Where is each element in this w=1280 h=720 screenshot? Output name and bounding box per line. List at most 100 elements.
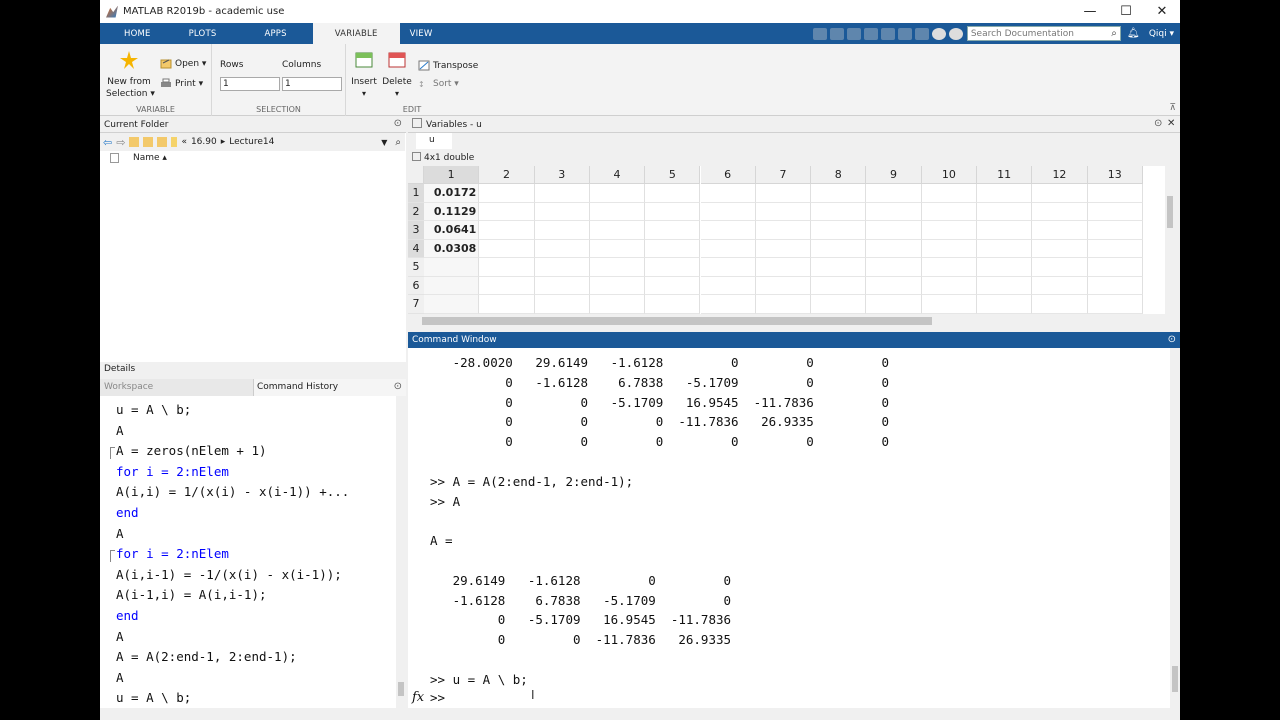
grid-cell[interactable] — [534, 184, 590, 203]
grid-cell[interactable] — [866, 276, 922, 295]
grid-cell[interactable] — [977, 221, 1033, 240]
grid-cell[interactable] — [1032, 295, 1088, 314]
grid-cell[interactable] — [977, 295, 1033, 314]
new-from-selection-button[interactable]: New from Selection ▾ — [106, 50, 155, 100]
function-browser-fx-icon[interactable]: fx — [412, 688, 424, 708]
history-entry[interactable]: A(i-1,i) = A(i,i-1); — [116, 587, 267, 602]
search-dropdown-icon[interactable] — [948, 27, 963, 40]
grid-cell[interactable] — [589, 239, 646, 258]
grid-cell[interactable] — [479, 276, 535, 295]
grid-cell[interactable] — [977, 239, 1033, 258]
grid-cell[interactable] — [479, 202, 535, 221]
column-header[interactable]: 8 — [811, 166, 867, 184]
grid-cell[interactable] — [424, 258, 480, 277]
back-icon[interactable]: ⇦ — [103, 136, 112, 149]
grid-cell[interactable] — [534, 258, 590, 277]
grid-cell[interactable] — [645, 295, 701, 314]
history-entry[interactable]: A — [116, 629, 124, 644]
collapse-toolstrip-icon[interactable]: ⊼ — [1169, 103, 1176, 113]
grid-cell[interactable] — [1087, 239, 1143, 258]
grid-cell[interactable] — [811, 221, 867, 240]
grid-cell[interactable] — [1032, 258, 1088, 277]
history-entry[interactable]: A — [116, 423, 124, 438]
grid-cell[interactable] — [534, 202, 590, 221]
grid-cell[interactable] — [700, 239, 756, 258]
variables-close-icon[interactable]: ✕ — [1167, 118, 1175, 129]
grid-cell[interactable] — [479, 221, 535, 240]
path-prefix[interactable]: « — [181, 137, 187, 147]
grid-cell[interactable]: 0.0172 — [424, 184, 480, 203]
grid-cell[interactable] — [755, 295, 812, 314]
grid-cell[interactable] — [921, 184, 977, 203]
grid-cell[interactable] — [589, 202, 646, 221]
history-scrollbar[interactable] — [396, 396, 406, 708]
name-column-header[interactable]: Name ▴ — [133, 153, 167, 163]
grid-scrollbar-vertical[interactable] — [1165, 184, 1175, 314]
grid-cell[interactable] — [645, 258, 701, 277]
column-header[interactable]: 12 — [1032, 166, 1088, 184]
grid-cell[interactable] — [700, 295, 756, 314]
grid-cell[interactable] — [700, 258, 756, 277]
grid-cell[interactable] — [479, 239, 535, 258]
insert-button[interactable]: Insert ▾ — [350, 50, 378, 100]
grid-cell[interactable] — [866, 184, 922, 203]
grid-cell[interactable] — [479, 295, 535, 314]
grid-cell[interactable] — [534, 221, 590, 240]
tab-command-history[interactable]: Command History — [257, 382, 338, 392]
grid-cell[interactable]: 0.0641 — [424, 221, 480, 240]
grid-cell[interactable] — [700, 184, 756, 203]
grid-cell[interactable] — [645, 202, 701, 221]
grid-cell[interactable] — [589, 276, 646, 295]
row-header[interactable]: 7 — [408, 295, 424, 314]
grid-cell[interactable] — [1087, 276, 1143, 295]
print-button[interactable]: Print ▾ — [160, 78, 203, 89]
grid-cell[interactable] — [977, 258, 1033, 277]
column-header[interactable]: 11 — [977, 166, 1033, 184]
notification-bell-icon[interactable]: 🔔︎ — [1127, 28, 1140, 40]
tab-home[interactable]: HOME — [100, 23, 167, 44]
grid-cell[interactable] — [921, 202, 977, 221]
sort-button[interactable]: ↕ Sort ▾ — [418, 78, 459, 90]
grid-cell[interactable] — [534, 239, 590, 258]
grid-cell[interactable] — [866, 239, 922, 258]
grid-cell[interactable] — [1032, 184, 1088, 203]
rows-input[interactable]: 1 — [220, 77, 280, 91]
column-header[interactable]: 9 — [866, 166, 922, 184]
delete-button[interactable]: Delete ▾ — [382, 50, 412, 100]
column-header[interactable]: 4 — [589, 166, 646, 184]
history-entry[interactable]: A — [116, 526, 124, 541]
path-segment-1[interactable]: 16.90 — [191, 137, 217, 147]
command-window-scrollbar[interactable] — [1170, 348, 1180, 708]
column-header[interactable]: 2 — [479, 166, 535, 184]
grid-cell[interactable] — [866, 295, 922, 314]
transpose-button[interactable]: Transpose — [418, 60, 478, 71]
command-prompt[interactable]: >> — [430, 688, 445, 708]
grid-cell[interactable] — [755, 258, 812, 277]
minimize-button[interactable]: — — [1072, 0, 1108, 23]
command-window[interactable]: -28.0020 29.6149 -1.6128 0 0 0 0 -1.6128… — [408, 348, 1180, 708]
grid-cell[interactable] — [811, 239, 867, 258]
tab-workspace[interactable]: Workspace — [104, 382, 153, 392]
grid-cell[interactable] — [811, 184, 867, 203]
grid-cell[interactable] — [1087, 202, 1143, 221]
grid-corner[interactable] — [408, 166, 424, 184]
row-header[interactable]: 2 — [408, 202, 424, 221]
grid-cell[interactable]: 0.1129 — [424, 202, 480, 221]
history-entry[interactable]: A(i,i-1) = -1/(x(i) - x(i-1)); — [116, 567, 342, 582]
help-icon[interactable] — [931, 27, 946, 40]
grid-cell[interactable] — [645, 184, 701, 203]
close-button[interactable]: ✕ — [1144, 0, 1180, 23]
panel-actions-icon[interactable]: ⊙ — [394, 118, 402, 129]
grid-cell[interactable] — [755, 276, 812, 295]
history-entry[interactable]: for i = 2:nElem — [116, 464, 229, 479]
grid-cell[interactable] — [645, 239, 701, 258]
grid-cell[interactable] — [755, 221, 812, 240]
grid-cell[interactable] — [977, 276, 1033, 295]
grid-cell[interactable] — [589, 295, 646, 314]
grid-cell[interactable] — [755, 239, 812, 258]
grid-cell[interactable] — [921, 295, 977, 314]
grid-cell[interactable] — [1032, 202, 1088, 221]
forward-icon[interactable]: ⇨ — [116, 136, 125, 149]
grid-scrollbar-horizontal[interactable] — [408, 314, 1165, 328]
column-header[interactable]: 3 — [534, 166, 590, 184]
